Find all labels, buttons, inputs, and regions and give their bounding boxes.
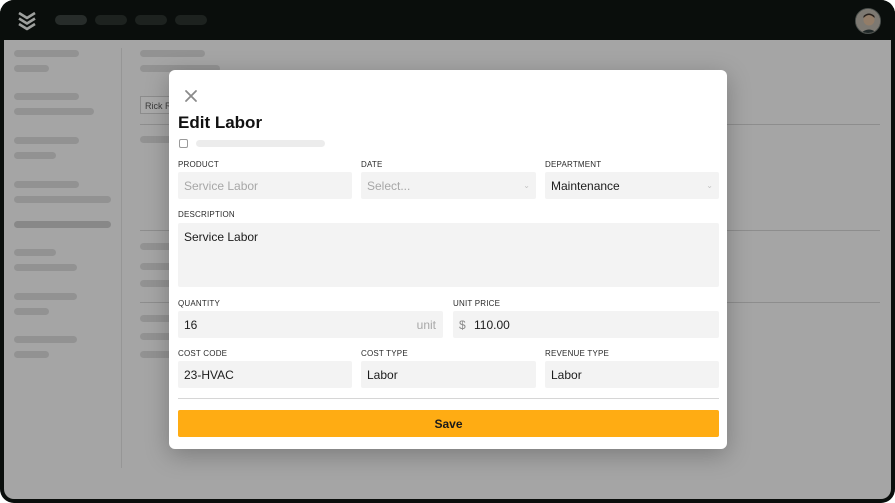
option-checkbox[interactable] [179, 139, 188, 148]
unit-price-label: UNIT PRICE [453, 299, 501, 308]
product-field[interactable]: Service Labor [178, 172, 352, 199]
date-select[interactable]: Select... ⌄ [361, 172, 536, 199]
date-label: DATE [361, 160, 383, 169]
quantity-unit: unit [416, 318, 436, 332]
description-label: DESCRIPTION [178, 210, 235, 219]
revenue-type-label: REVENUE TYPE [545, 349, 610, 358]
cost-code-value: 23-HVAC [184, 368, 234, 382]
save-button[interactable]: Save [178, 410, 719, 437]
cost-type-label: COST TYPE [361, 349, 408, 358]
unit-price-value: 110.00 [474, 318, 510, 332]
footer-divider [178, 398, 719, 399]
cost-type-value: Labor [367, 368, 398, 382]
revenue-type-value: Labor [551, 368, 582, 382]
quantity-input[interactable]: 16 unit [178, 311, 443, 338]
close-icon[interactable] [183, 88, 199, 104]
quantity-label: QUANTITY [178, 299, 221, 308]
unit-price-input[interactable]: $110.00 [453, 311, 719, 338]
chevron-down-icon: ⌄ [523, 181, 530, 190]
department-value: Maintenance [551, 179, 620, 193]
checkbox-label-placeholder [196, 140, 325, 147]
product-value: Service Labor [184, 179, 259, 193]
edit-labor-dialog: Edit Labor PRODUCT Service Labor DATE Se… [169, 70, 727, 449]
quantity-value: 16 [184, 318, 198, 332]
cost-code-select[interactable]: 23-HVAC [178, 361, 352, 388]
department-label: DEPARTMENT [545, 160, 602, 169]
cost-code-label: COST CODE [178, 349, 228, 358]
description-value: Service Labor [184, 230, 259, 244]
chevron-down-icon: ⌄ [706, 181, 713, 190]
dialog-title: Edit Labor [178, 113, 263, 132]
date-placeholder: Select... [367, 179, 411, 193]
cost-type-select[interactable]: Labor [361, 361, 536, 388]
product-label: PRODUCT [178, 160, 219, 169]
revenue-type-select[interactable]: Labor [545, 361, 719, 388]
currency-symbol: $ [459, 318, 466, 332]
description-textarea[interactable]: Service Labor [178, 223, 719, 287]
department-select[interactable]: Maintenance ⌄ [545, 172, 719, 199]
